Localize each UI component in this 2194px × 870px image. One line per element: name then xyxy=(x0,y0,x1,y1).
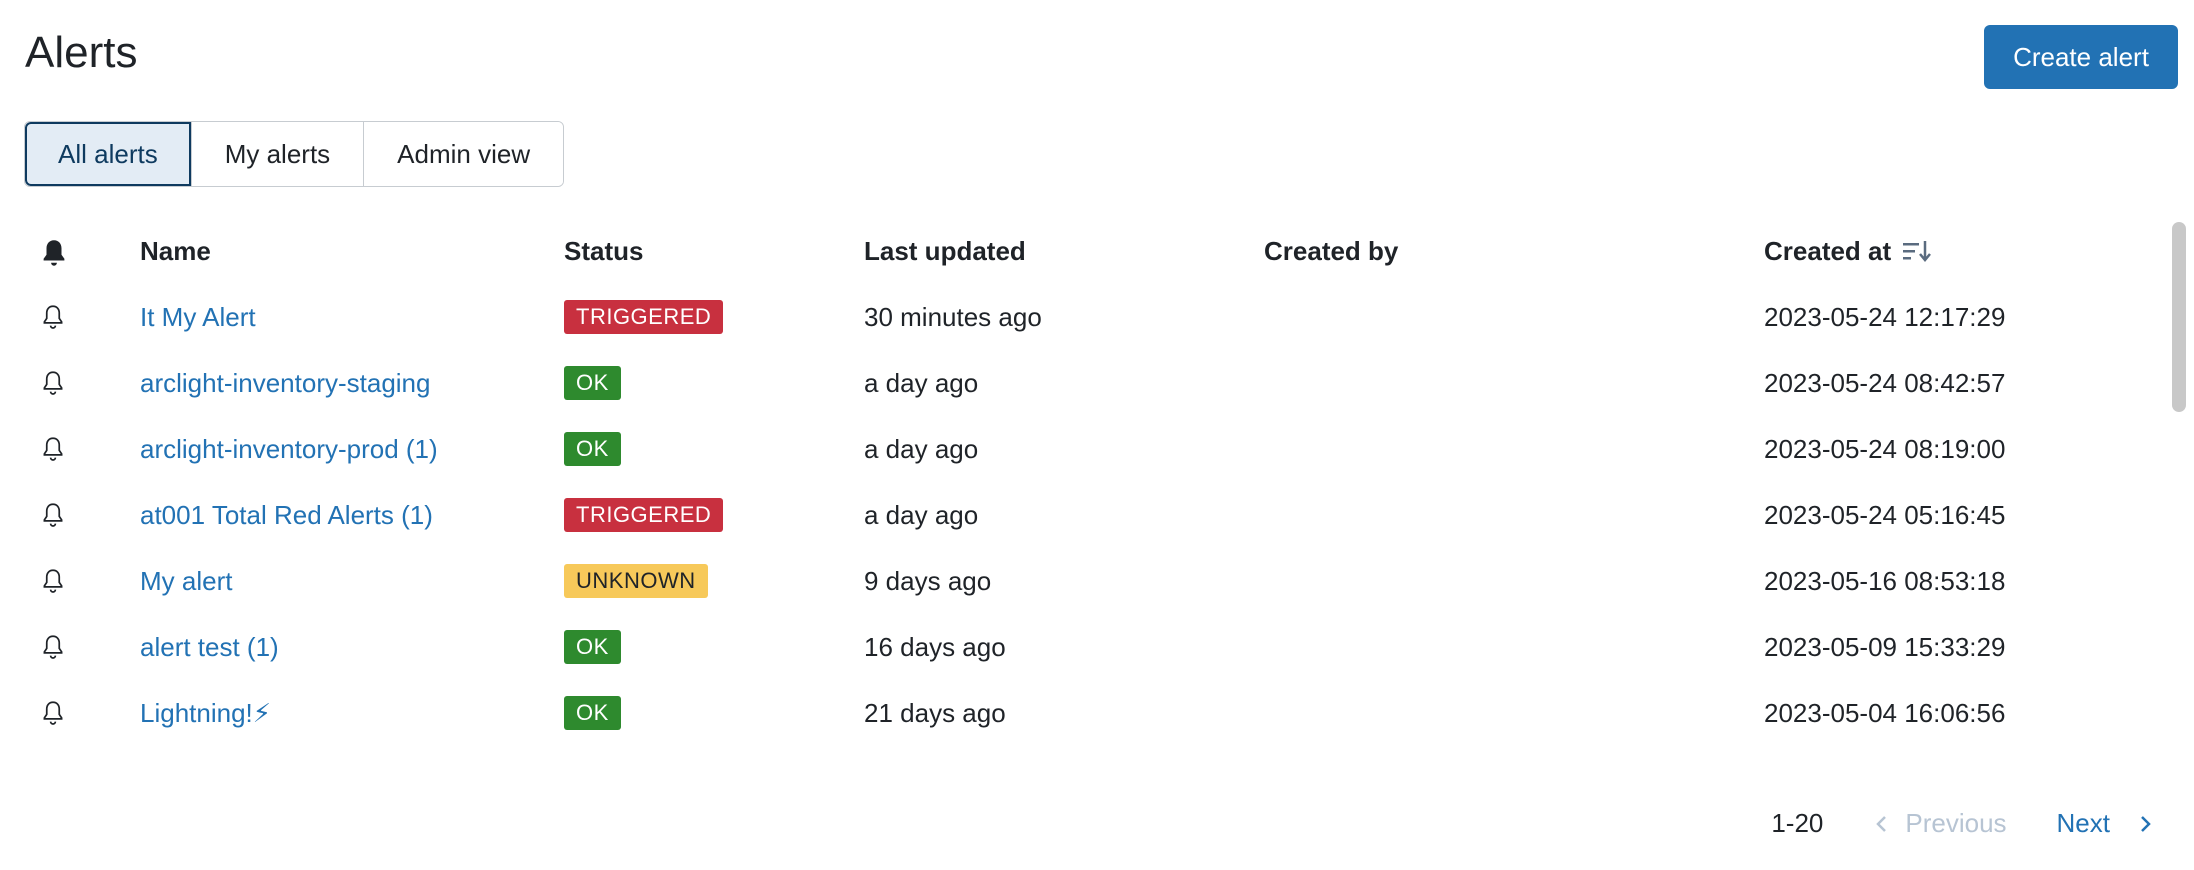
alert-name-link[interactable]: arclight-inventory-prod (1) xyxy=(140,434,438,465)
bell-header-icon xyxy=(40,238,68,275)
status-badge: OK xyxy=(564,366,621,400)
last-updated-value: 9 days ago xyxy=(864,565,992,596)
status-badge: OK xyxy=(564,696,621,730)
created-at-value: 2023-05-09 15:33:29 xyxy=(1764,631,2006,662)
table-row[interactable]: It My Alert TRIGGERED 30 minutes ago 202… xyxy=(24,284,2154,350)
last-updated-value: 21 days ago xyxy=(864,697,1006,728)
chevron-left-icon xyxy=(1876,815,1887,832)
bell-outline-icon[interactable] xyxy=(40,350,66,416)
page-title: Alerts xyxy=(25,28,138,77)
bell-outline-icon[interactable] xyxy=(40,548,66,614)
table-row[interactable]: arclight-inventory-staging OK a day ago … xyxy=(24,350,2154,416)
sort-descending-icon[interactable] xyxy=(1901,237,1933,267)
alert-name-link[interactable]: It My Alert xyxy=(140,302,256,333)
name-header[interactable]: Name xyxy=(140,236,211,267)
status-badge: TRIGGERED xyxy=(564,498,724,532)
table-row[interactable]: Lightning!⚡ OK 21 days ago 2023-05-04 16… xyxy=(24,680,2154,746)
create-alert-button[interactable]: Create alert xyxy=(1984,25,2178,89)
status-header[interactable]: Status xyxy=(564,236,643,267)
status-badge: UNKNOWN xyxy=(564,564,708,598)
created-by-header[interactable]: Created by xyxy=(1264,236,1398,267)
alert-view-tabs: All alerts My alerts Admin view xyxy=(24,121,565,187)
last-updated-value: a day ago xyxy=(864,367,979,398)
alert-name-link[interactable]: alert test (1) xyxy=(140,632,279,663)
bell-outline-icon[interactable] xyxy=(40,284,66,350)
tab-admin-view[interactable]: Admin view xyxy=(364,122,564,186)
last-updated-value: a day ago xyxy=(864,433,979,464)
table-row[interactable]: alert test (1) OK 16 days ago 2023-05-09… xyxy=(24,614,2154,680)
created-at-header[interactable]: Created at xyxy=(1764,236,1933,267)
created-at-value: 2023-05-16 08:53:18 xyxy=(1764,565,2006,596)
alerts-table: Name Status Last updated Created by Crea… xyxy=(24,222,2154,746)
status-badge: TRIGGERED xyxy=(564,300,724,334)
alert-name-link[interactable]: at001 Total Red Alerts (1) xyxy=(140,500,433,531)
table-row[interactable]: at001 Total Red Alerts (1) TRIGGERED a d… xyxy=(24,482,2154,548)
table-body: It My Alert TRIGGERED 30 minutes ago 202… xyxy=(24,284,2154,746)
next-page-button[interactable]: Next xyxy=(2057,808,2154,839)
last-updated-header[interactable]: Last updated xyxy=(864,236,1026,267)
created-at-value: 2023-05-04 16:06:56 xyxy=(1764,697,2006,728)
last-updated-value: 16 days ago xyxy=(864,631,1006,662)
bell-outline-icon[interactable] xyxy=(40,680,66,746)
next-label: Next xyxy=(2056,808,2110,838)
created-at-value: 2023-05-24 08:19:00 xyxy=(1764,433,2006,464)
alert-name-link[interactable]: My alert xyxy=(140,566,232,597)
table-row[interactable]: My alert UNKNOWN 9 days ago 2023-05-16 0… xyxy=(24,548,2154,614)
previous-label: Previous xyxy=(1905,808,2007,838)
created-at-value: 2023-05-24 08:42:57 xyxy=(1764,367,2006,398)
table-row[interactable]: arclight-inventory-prod (1) OK a day ago… xyxy=(24,416,2154,482)
created-at-header-label: Created at xyxy=(1764,236,1892,266)
status-badge: OK xyxy=(564,630,621,664)
bell-outline-icon[interactable] xyxy=(40,614,66,680)
alerts-page: { "page": { "title": "Alerts", "create_b… xyxy=(0,0,2194,870)
tab-all-alerts[interactable]: All alerts xyxy=(25,122,192,186)
last-updated-value: 30 minutes ago xyxy=(864,301,1042,332)
created-at-value: 2023-05-24 12:17:29 xyxy=(1764,301,2006,332)
pagination: 1-20 Previous Next xyxy=(1771,808,2154,839)
scrollbar-thumb[interactable] xyxy=(2172,222,2186,412)
created-at-value: 2023-05-24 05:16:45 xyxy=(1764,499,2006,530)
previous-page-button[interactable]: Previous xyxy=(1873,808,2007,839)
alert-name-link[interactable]: Lightning!⚡ xyxy=(140,698,271,729)
page-range: 1-20 xyxy=(1771,808,1824,838)
bell-outline-icon[interactable] xyxy=(40,416,66,482)
chevron-right-icon xyxy=(2141,815,2151,832)
last-updated-value: a day ago xyxy=(864,499,979,530)
alert-name-link[interactable]: arclight-inventory-staging xyxy=(140,368,430,399)
scrollbar[interactable] xyxy=(2172,222,2186,742)
tab-my-alerts[interactable]: My alerts xyxy=(191,122,365,186)
bell-outline-icon[interactable] xyxy=(40,482,66,548)
status-badge: OK xyxy=(564,432,621,466)
table-header: Name Status Last updated Created by Crea… xyxy=(24,222,2154,284)
